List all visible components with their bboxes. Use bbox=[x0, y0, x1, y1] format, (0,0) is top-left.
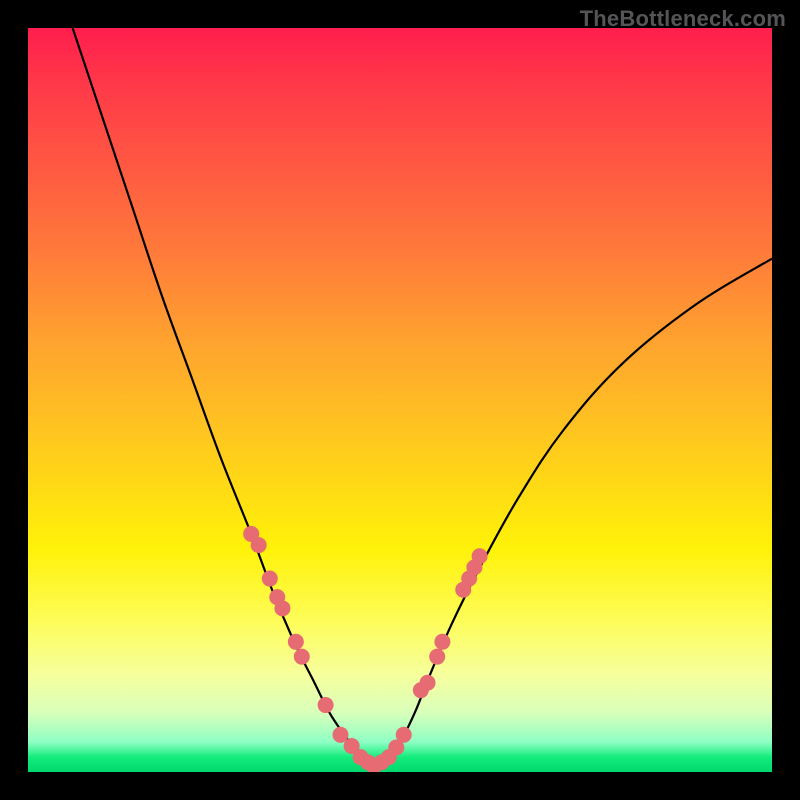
data-point bbox=[251, 537, 267, 553]
data-point bbox=[318, 697, 334, 713]
data-point bbox=[288, 634, 304, 650]
data-point bbox=[396, 727, 412, 743]
data-point bbox=[274, 600, 290, 616]
curve-layer bbox=[28, 28, 772, 772]
data-point bbox=[434, 634, 450, 650]
curve-right bbox=[374, 259, 772, 769]
data-point bbox=[429, 649, 445, 665]
data-point bbox=[262, 571, 278, 587]
watermark-text: TheBottleneck.com bbox=[580, 6, 786, 32]
data-points bbox=[243, 526, 487, 772]
plot-area bbox=[28, 28, 772, 772]
data-point bbox=[420, 675, 436, 691]
chart-frame: TheBottleneck.com bbox=[0, 0, 800, 800]
data-point bbox=[472, 548, 488, 564]
curve-left bbox=[73, 28, 374, 768]
data-point bbox=[294, 649, 310, 665]
